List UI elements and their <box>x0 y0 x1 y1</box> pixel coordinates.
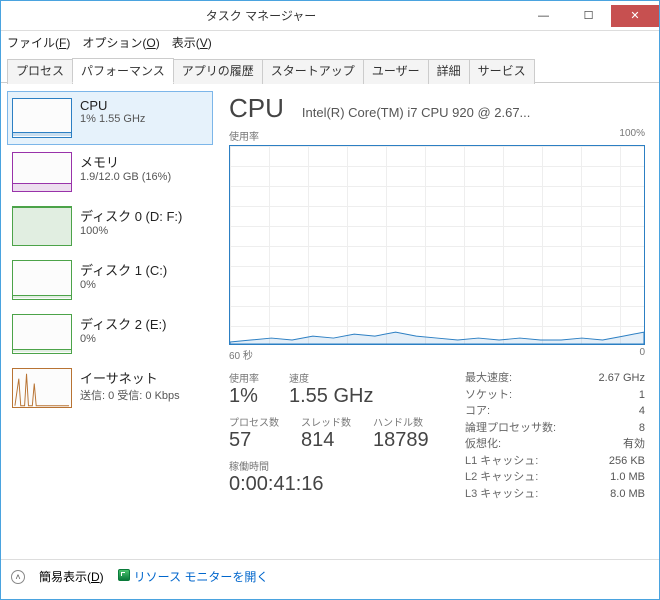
side-sub: 0% <box>80 333 167 345</box>
detail-row: 最大速度:2.67 GHz <box>465 370 645 387</box>
footer: ˄ 簡易表示(D) リソース モニターを開く <box>1 559 659 593</box>
stat-使用率: 使用率1% <box>229 370 259 408</box>
tab-2[interactable]: アプリの履歴 <box>173 59 263 84</box>
thumb-mem <box>12 152 72 192</box>
side-sub: 0% <box>80 279 167 291</box>
chart-ylabel: 使用率 <box>229 128 259 143</box>
sidebar-item-d2[interactable]: ディスク 2 (E:)0% <box>7 307 213 361</box>
tab-4[interactable]: ユーザー <box>363 59 429 84</box>
detail-row: 仮想化:有効 <box>465 436 645 453</box>
tab-6[interactable]: サービス <box>469 59 535 84</box>
detail-row: コア:4 <box>465 403 645 420</box>
side-title: ディスク 2 (E:) <box>80 314 167 333</box>
stat-速度: 速度1.55 GHz <box>289 370 373 408</box>
tab-5[interactable]: 詳細 <box>428 59 470 84</box>
tab-3[interactable]: スタートアップ <box>262 59 364 84</box>
stats-right: 最大速度:2.67 GHzソケット:1コア:4論理プロセッサ数:8仮想化:有効L… <box>465 370 645 502</box>
thumb-cpu <box>12 98 72 138</box>
window-title: タスク マネージャー <box>1 7 521 24</box>
sidebar: CPU1% 1.55 GHzメモリ1.9/12.0 GB (16%)ディスク 0… <box>1 83 219 559</box>
chart-top-labels: 使用率 100% <box>229 128 645 143</box>
detail-row: L2 キャッシュ:1.0 MB <box>465 469 645 486</box>
uptime-value: 0:00:41:16 <box>229 473 435 496</box>
bigrow-1: 使用率1% 速度1.55 GHz <box>229 370 435 408</box>
chart-xleft: 60 秒 <box>229 347 253 362</box>
side-title: メモリ <box>80 152 171 171</box>
detail-row: 論理プロセッサ数:8 <box>465 420 645 437</box>
maximize-button[interactable]: ☐ <box>566 5 611 27</box>
titlebar: タスク マネージャー — ☐ ✕ <box>1 1 659 31</box>
thumb-d1 <box>12 260 72 300</box>
chart-xright: 0 <box>639 347 645 362</box>
stats: 使用率1% 速度1.55 GHz プロセス数57 スレッド数814 ハンドル数1878… <box>229 370 645 502</box>
cpu-model: Intel(R) Core(TM) i7 CPU 920 @ 2.67... <box>302 105 645 120</box>
chart-ymax: 100% <box>619 128 645 143</box>
stat-ハンドル数: ハンドル数18789 <box>373 414 429 452</box>
chart-xaxis: 60 秒 0 <box>229 347 645 362</box>
sidebar-item-eth[interactable]: イーサネット送信: 0 受信: 0 Kbps <box>7 361 213 415</box>
side-sub: 送信: 0 受信: 0 Kbps <box>80 387 180 403</box>
cpu-chart <box>229 145 645 345</box>
resmon-link[interactable]: リソース モニターを開く <box>118 568 269 585</box>
menubar: ファイル(F) オプション(O) 表示(V) <box>1 31 659 53</box>
side-title: ディスク 0 (D: F:) <box>80 206 182 225</box>
sidebar-item-d1[interactable]: ディスク 1 (C:)0% <box>7 253 213 307</box>
tab-0[interactable]: プロセス <box>7 59 73 84</box>
chart-line <box>230 146 644 344</box>
tab-1[interactable]: パフォーマンス <box>72 58 174 83</box>
bigrow-2: プロセス数57 スレッド数814 ハンドル数18789 <box>229 414 435 452</box>
uptime-label: 稼働時間 <box>229 458 435 473</box>
chevron-up-icon: ˄ <box>11 570 25 584</box>
side-sub: 1.9/12.0 GB (16%) <box>80 171 171 183</box>
cpu-heading: CPU <box>229 93 284 124</box>
side-title: イーサネット <box>80 368 180 387</box>
side-title: CPU <box>80 98 145 113</box>
thumb-d0 <box>12 206 72 246</box>
stat-スレッド数: スレッド数814 <box>301 414 351 452</box>
window-buttons: — ☐ ✕ <box>521 5 659 27</box>
tabs: プロセスパフォーマンスアプリの履歴スタートアップユーザー詳細サービス <box>1 53 659 83</box>
resmon-text[interactable]: リソース モニターを開く <box>134 570 269 584</box>
minimize-button[interactable]: — <box>521 5 566 27</box>
detail-row: ソケット:1 <box>465 387 645 404</box>
side-title: ディスク 1 (C:) <box>80 260 167 279</box>
thumb-eth <box>12 368 72 408</box>
sidebar-item-d0[interactable]: ディスク 0 (D: F:)100% <box>7 199 213 253</box>
uptime-block: 稼働時間 0:00:41:16 <box>229 458 435 496</box>
detail-row: L3 キャッシュ:8.0 MB <box>465 486 645 503</box>
resmon-icon <box>118 569 130 581</box>
thumb-d2 <box>12 314 72 354</box>
side-sub: 1% 1.55 GHz <box>80 113 145 125</box>
cpu-header: CPU Intel(R) Core(TM) i7 CPU 920 @ 2.67.… <box>229 93 645 124</box>
side-sub: 100% <box>80 225 182 237</box>
menu-options[interactable]: オプション(O) <box>82 34 159 51</box>
detail-row: L1 キャッシュ:256 KB <box>465 453 645 470</box>
stat-プロセス数: プロセス数57 <box>229 414 279 452</box>
sidebar-item-cpu[interactable]: CPU1% 1.55 GHz <box>7 91 213 145</box>
stats-left: 使用率1% 速度1.55 GHz プロセス数57 スレッド数814 ハンドル数1878… <box>229 370 435 502</box>
body: CPU1% 1.55 GHzメモリ1.9/12.0 GB (16%)ディスク 0… <box>1 83 659 559</box>
close-button[interactable]: ✕ <box>611 5 659 27</box>
menu-file[interactable]: ファイル(F) <box>7 34 70 51</box>
menu-view[interactable]: 表示(V) <box>172 34 212 51</box>
main-panel: CPU Intel(R) Core(TM) i7 CPU 920 @ 2.67.… <box>219 83 659 559</box>
sidebar-item-mem[interactable]: メモリ1.9/12.0 GB (16%) <box>7 145 213 199</box>
fewer-details-button[interactable]: 簡易表示(D) <box>39 568 104 585</box>
